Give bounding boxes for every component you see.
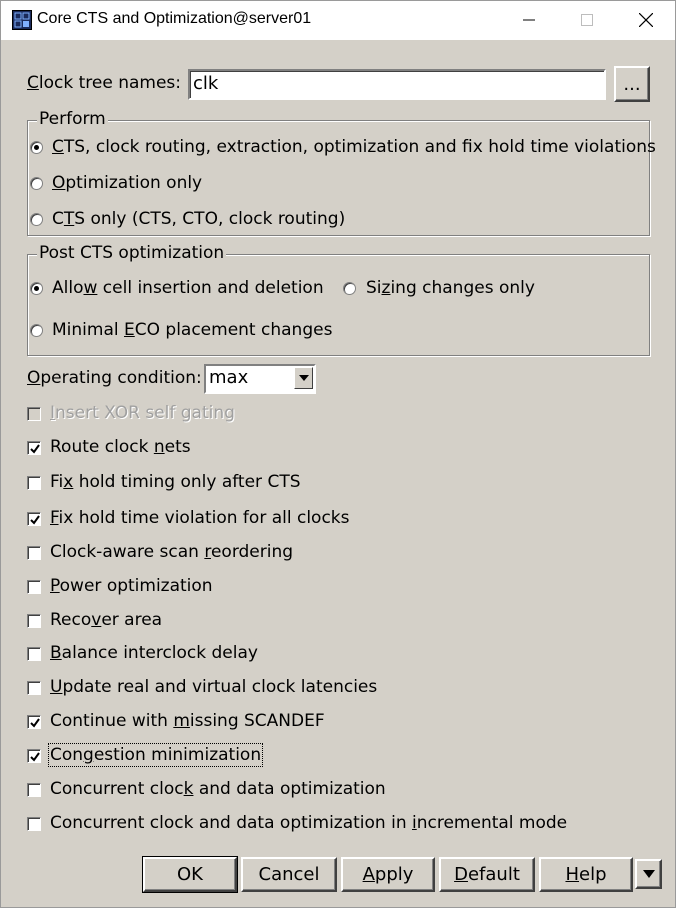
checkbox-insert-xor[interactable] — [27, 407, 41, 421]
checkmark-icon — [30, 718, 40, 728]
chevron-down-icon — [298, 375, 309, 381]
post-cts-legend: Post CTS optimization — [37, 243, 227, 263]
close-icon — [639, 13, 653, 27]
post-cts-option-radio-2[interactable] — [343, 282, 356, 295]
post-cts-option-label-2[interactable]: Sizing changes only — [366, 278, 535, 298]
clock-tree-names-label: Clock tree names: — [27, 73, 181, 93]
minimize-button[interactable] — [500, 0, 558, 40]
perform-option-label-1[interactable]: CTS, clock routing, extraction, optimiza… — [52, 137, 656, 157]
perform-option-label-2[interactable]: Optimization only — [52, 173, 202, 193]
perform-option-radio-2[interactable] — [30, 177, 43, 190]
checkmark-icon — [30, 515, 40, 525]
checkbox-congestion-minimization[interactable] — [27, 749, 41, 763]
checkbox-concurrent-clock-data[interactable] — [27, 783, 41, 797]
checkbox-label-power-optimization[interactable]: Power optimization — [50, 576, 213, 596]
checkbox-label-balance-interclock[interactable]: Balance interclock delay — [50, 643, 258, 663]
checkbox-label-route-clock-nets[interactable]: Route clock nets — [50, 437, 191, 457]
checkbox-label-scan-reordering[interactable]: Clock-aware scan reordering — [50, 542, 293, 562]
checkbox-label-congestion-minimization[interactable]: Congestion minimization — [47, 743, 264, 767]
post-cts-option-label-1[interactable]: Allow cell insertion and deletion — [52, 278, 324, 298]
operating-condition-label: Operating condition: — [27, 368, 202, 388]
checkbox-route-clock-nets[interactable] — [27, 441, 41, 455]
checkbox-recover-area[interactable] — [27, 614, 41, 628]
perform-option-radio-1[interactable] — [30, 141, 43, 154]
perform-legend: Perform — [37, 109, 108, 129]
maximize-button[interactable] — [558, 0, 616, 40]
perform-option-radio-3[interactable] — [30, 213, 43, 226]
checkbox-concurrent-incremental[interactable] — [27, 817, 41, 831]
checkbox-update-latencies[interactable] — [27, 681, 41, 695]
more-options-button[interactable] — [635, 859, 662, 889]
post-cts-option-label-3[interactable]: Minimal ECO placement changes — [52, 320, 332, 340]
operating-condition-select[interactable]: max — [204, 364, 316, 394]
triangle-down-icon — [642, 870, 655, 878]
checkbox-label-insert-xor[interactable]: Insert XOR self gating — [50, 403, 235, 423]
title-bar: Core CTS and Optimization@server01 — [0, 0, 676, 40]
window-title: Core CTS and Optimization@server01 — [37, 10, 312, 27]
maximize-icon — [581, 14, 593, 26]
app-grid-icon — [12, 10, 32, 30]
checkbox-label-missing-scandef[interactable]: Continue with missing SCANDEF — [50, 711, 325, 731]
help-button[interactable]: Help — [539, 857, 633, 892]
clock-tree-names-value: clk — [193, 73, 219, 94]
checkbox-missing-scandef[interactable] — [27, 715, 41, 729]
default-button[interactable]: Default — [439, 857, 535, 892]
minimize-icon — [523, 19, 535, 21]
checkbox-balance-interclock[interactable] — [27, 647, 41, 661]
close-button[interactable] — [617, 0, 675, 40]
post-cts-group — [27, 254, 650, 356]
cancel-button[interactable]: Cancel — [241, 857, 337, 892]
checkbox-fix-hold-after-cts[interactable] — [27, 476, 41, 490]
post-cts-option-radio-1[interactable] — [30, 282, 43, 295]
clock-tree-names-input[interactable]: clk — [188, 69, 606, 100]
checkbox-label-concurrent-clock-data[interactable]: Concurrent clock and data optimization — [50, 779, 386, 799]
checkbox-label-recover-area[interactable]: Recover area — [50, 610, 162, 630]
checkbox-label-concurrent-incremental[interactable]: Concurrent clock and data optimization i… — [50, 813, 567, 833]
checkbox-fix-hold-all-clocks[interactable] — [27, 512, 41, 526]
checkbox-power-optimization[interactable] — [27, 580, 41, 594]
checkbox-label-fix-hold-all-clocks[interactable]: Fix hold time violation for all clocks — [50, 508, 350, 528]
apply-button[interactable]: Apply — [341, 857, 435, 892]
ok-button[interactable]: OK — [142, 856, 238, 893]
checkmark-icon — [30, 752, 40, 762]
checkmark-icon — [30, 444, 40, 454]
checkbox-scan-reordering[interactable] — [27, 546, 41, 560]
dropdown-arrow-button[interactable] — [294, 367, 313, 389]
browse-clock-tree-button[interactable]: ... — [614, 66, 650, 102]
perform-option-label-3[interactable]: CTS only (CTS, CTO, clock routing) — [52, 209, 345, 229]
operating-condition-value: max — [209, 367, 249, 388]
checkbox-label-update-latencies[interactable]: Update real and virtual clock latencies — [50, 677, 377, 697]
post-cts-option-radio-3[interactable] — [30, 324, 43, 337]
checkbox-label-fix-hold-after-cts[interactable]: Fix hold timing only after CTS — [50, 472, 301, 492]
